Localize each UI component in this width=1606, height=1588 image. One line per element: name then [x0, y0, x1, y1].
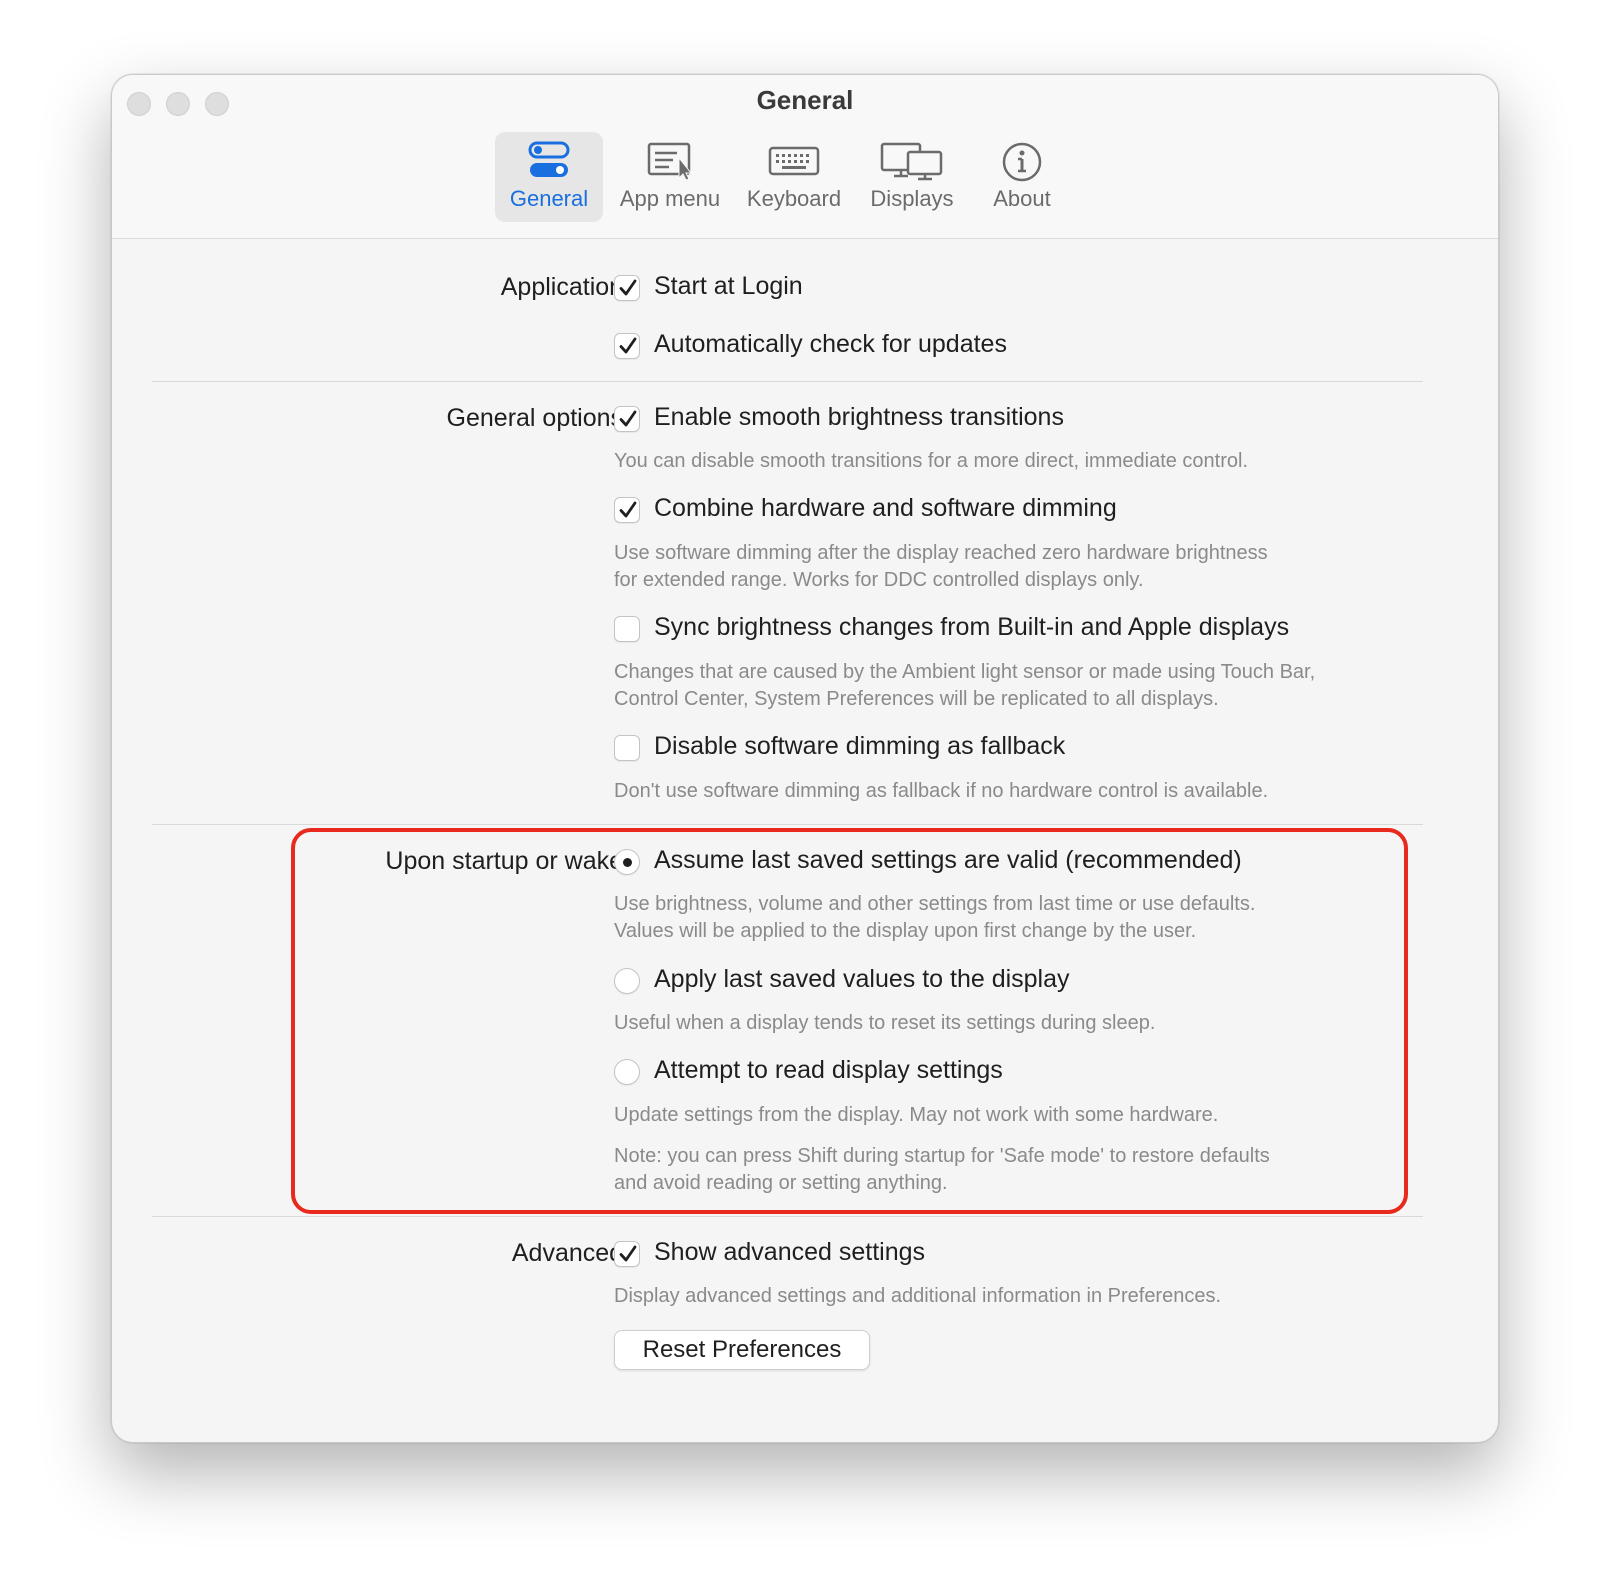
sync-brightness-checkbox[interactable]	[614, 616, 640, 642]
disable-fallback-checkbox[interactable]	[614, 735, 640, 761]
divider	[152, 381, 1423, 382]
show-advanced-checkbox[interactable]	[614, 1241, 640, 1267]
keyboard-icon	[768, 146, 820, 176]
divider	[152, 1216, 1423, 1217]
sync-brightness-label: Sync brightness changes from Built-in an…	[654, 613, 1290, 641]
tab-general-label: General	[509, 186, 589, 211]
start-at-login-label: Start at Login	[654, 272, 803, 300]
toggle-switches-icon	[528, 141, 570, 177]
start-at-login-checkbox[interactable]	[614, 275, 640, 301]
checkmark-icon	[619, 410, 637, 427]
sync-brightness-description-line1: Changes that are caused by the Ambient l…	[614, 661, 1316, 683]
tab-keyboard-label: Keyboard	[746, 186, 842, 211]
app-menu-cursor-icon	[647, 142, 693, 180]
combine-dimming-label: Combine hardware and software dimming	[654, 494, 1117, 522]
sync-brightness-description-line2: Control Center, System Preferences will …	[614, 688, 1219, 710]
tab-app-menu[interactable]: App menu	[612, 132, 728, 222]
show-advanced-label: Show advanced settings	[654, 1238, 926, 1266]
titlebar: General General App menu Keyboard Displa…	[112, 75, 1498, 239]
preferences-window: General General App menu Keyboard Displa…	[111, 74, 1499, 1443]
combine-dimming-description-line1: Use software dimming after the display r…	[614, 542, 1268, 564]
advanced-label: Advanced:	[511, 1239, 630, 1267]
smooth-transitions-checkbox[interactable]	[614, 406, 640, 432]
tab-displays-label: Displays	[870, 186, 954, 211]
highlight-box	[291, 828, 1408, 1214]
checkmark-icon	[619, 279, 637, 296]
tab-about-label: About	[993, 186, 1051, 211]
checkmark-icon	[619, 337, 637, 354]
smooth-transitions-description: You can disable smooth transitions for a…	[614, 450, 1249, 472]
auto-update-label: Automatically check for updates	[654, 330, 1007, 358]
window-title: General	[756, 85, 854, 115]
reset-preferences-button[interactable]: Reset Preferences	[614, 1330, 870, 1370]
disable-fallback-label: Disable software dimming as fallback	[654, 732, 1066, 760]
tab-about[interactable]: About	[974, 132, 1070, 222]
displays-icon	[880, 142, 943, 181]
tab-general[interactable]: General	[495, 132, 603, 222]
smooth-transitions-label: Enable smooth brightness transitions	[654, 403, 1064, 431]
tab-displays[interactable]: Displays	[862, 132, 962, 222]
general-options-label: General options:	[446, 404, 630, 432]
show-advanced-description: Display advanced settings and additional…	[614, 1285, 1222, 1307]
disable-fallback-description: Don't use software dimming as fallback i…	[614, 780, 1269, 802]
combine-dimming-description-line2: for extended range. Works for DDC contro…	[614, 569, 1144, 591]
checkmark-icon	[619, 1245, 637, 1262]
toolbar: General App menu Keyboard Displays About	[112, 132, 1498, 222]
auto-update-checkbox[interactable]	[614, 333, 640, 359]
tab-app-menu-label: App menu	[619, 186, 721, 211]
divider	[152, 824, 1423, 825]
tab-keyboard[interactable]: Keyboard	[738, 132, 850, 222]
checkmark-icon	[619, 501, 637, 518]
info-icon	[1002, 142, 1042, 182]
application-label: Application:	[500, 273, 630, 301]
combine-dimming-checkbox[interactable]	[614, 497, 640, 523]
